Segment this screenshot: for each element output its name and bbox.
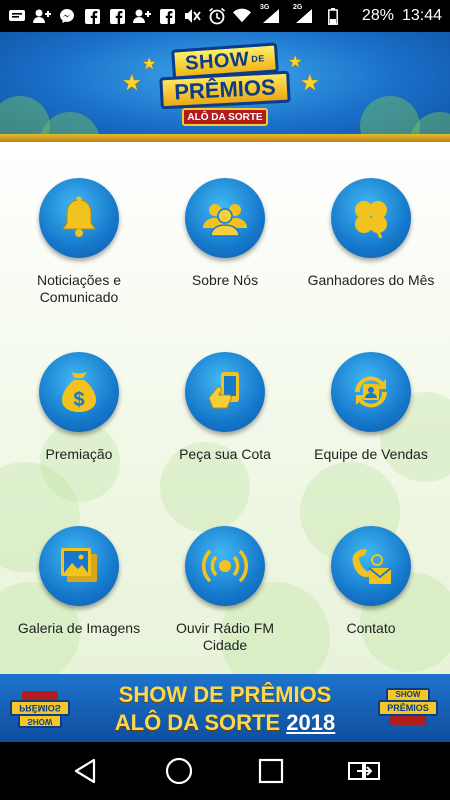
menu-item-label: Ganhadores do Mês (307, 272, 435, 288)
menu-item-label: Sobre Nós (191, 272, 259, 288)
recents-button[interactable] (251, 751, 291, 791)
back-button[interactable] (66, 751, 106, 791)
mini-logo: SHOW PRÊMIOS (376, 688, 440, 728)
status-bar: 3G 2G 28% 13:44 (0, 0, 450, 32)
phone-mail-icon (331, 526, 411, 606)
star-icon: ★ (288, 54, 303, 71)
star-icon: ★ (122, 70, 142, 95)
switch-app-icon (347, 762, 380, 780)
menu-item-contato[interactable]: Contato (296, 526, 446, 637)
menu-item-label: Equipe de Vendas (314, 446, 428, 462)
chat-icon (8, 8, 26, 24)
banner-subtitle-text: ALÔ DA SORTE (114, 710, 281, 735)
menu-item-galeria[interactable]: Galeria de Imagens (4, 526, 154, 637)
group-icon (185, 178, 265, 258)
menu-item-label: Noticiações e Comunicado (36, 272, 122, 305)
menu-item-peca-cota[interactable]: Peça sua Cota (150, 352, 300, 463)
switch-app-button[interactable] (344, 751, 384, 791)
mini-logo-mirrored: SHOW PRÊMIOS (8, 688, 72, 728)
clover-icon (331, 178, 411, 258)
menu-item-noticiacoes[interactable]: Noticiações e Comunicado (4, 178, 154, 306)
menu-item-label: Contato (346, 620, 396, 636)
home-button[interactable] (159, 751, 199, 791)
app-logo: ★ ★ ★ ★ SHOW DE PRÊMIOS ALÔ DA SORTE (122, 42, 320, 130)
logo-alo-text: ALÔ DA SORTE (182, 108, 268, 126)
facebook-icon (83, 8, 101, 24)
banner-year: 2018 (286, 710, 336, 735)
banner-subtitle: ALÔ DA SORTE 2018 (80, 710, 370, 736)
add-person-icon (33, 8, 51, 24)
logo-premios-text: PRÊMIOS (159, 70, 291, 110)
mini-logo-mirrored-premios: PRÊMIOS (10, 700, 70, 716)
battery-icon (324, 7, 342, 25)
menu-item-radio[interactable]: Ouvir Rádio FM Cidade (150, 526, 300, 654)
logo-de-text: DE (250, 53, 266, 65)
menu-grid: Noticiações e Comunicado Sobre Nós Ganha… (0, 142, 450, 674)
recents-icon (259, 758, 284, 784)
add-person-icon-2 (133, 8, 151, 24)
broadcast-icon (185, 526, 265, 606)
menu-item-label: Ouvir Rádio FM Cidade (175, 620, 275, 653)
clock: 13:44 (401, 7, 442, 24)
network-2g-label: 2G (293, 4, 303, 11)
messenger-icon (58, 8, 76, 24)
bell-icon (39, 178, 119, 258)
menu-item-label: Premiação (45, 446, 113, 462)
menu-item-label: Peça sua Cota (179, 446, 271, 462)
facebook-icon-3 (158, 8, 176, 24)
menu-item-equipe-vendas[interactable]: Equipe de Vendas (296, 352, 446, 463)
home-icon (165, 757, 192, 785)
logo-show-text: SHOW (184, 47, 251, 75)
menu-item-label: Galeria de Imagens (17, 620, 141, 636)
network-3g-label: 3G (260, 4, 270, 11)
menu-item-sobre-nos[interactable]: Sobre Nós (150, 178, 300, 289)
mute-icon (183, 8, 201, 24)
contact-refresh-icon (331, 352, 411, 432)
facebook-icon-2 (108, 8, 126, 24)
menu-item-ganhadores[interactable]: Ganhadores do Mês (296, 178, 446, 289)
signal-icon: 3G (258, 4, 284, 24)
alarm-icon (208, 7, 226, 25)
menu-item-premiacao[interactable]: $ Premiação (4, 352, 154, 463)
money-bag-icon: $ (39, 352, 119, 432)
navigation-bar (0, 742, 450, 800)
star-icon: ★ (300, 70, 320, 95)
mini-logo-premios: PRÊMIOS (378, 700, 438, 716)
app-header: ★ ★ ★ ★ SHOW DE PRÊMIOS ALÔ DA SORTE (0, 32, 450, 142)
star-icon: ★ (142, 56, 157, 73)
promo-banner[interactable]: SHOW PRÊMIOS SHOW DE PRÊMIOS ALÔ DA SORT… (0, 674, 450, 742)
battery-percent: 28% (361, 7, 394, 24)
signal-icon-2: 2G (291, 4, 317, 24)
banner-title: SHOW DE PRÊMIOS (118, 682, 332, 707)
svg-text:$: $ (73, 389, 84, 411)
phone-hand-icon (185, 352, 265, 432)
back-icon (75, 758, 96, 784)
mini-logo-mirrored-show: SHOW (18, 714, 62, 728)
gallery-icon (39, 526, 119, 606)
wifi-icon (233, 8, 251, 24)
